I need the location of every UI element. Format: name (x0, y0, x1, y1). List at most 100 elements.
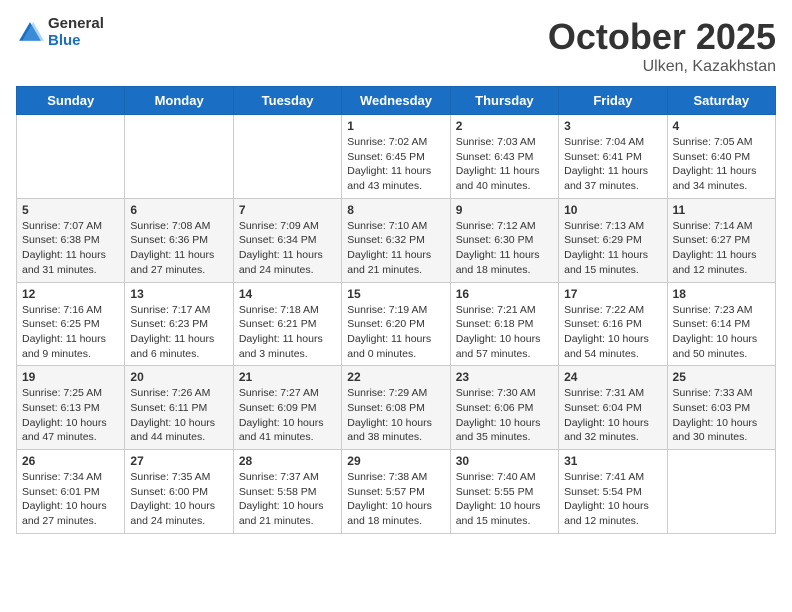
calendar-cell: 3Sunrise: 7:04 AM Sunset: 6:41 PM Daylig… (559, 115, 667, 199)
day-info: Sunrise: 7:25 AM Sunset: 6:13 PM Dayligh… (22, 386, 119, 445)
day-number: 22 (347, 370, 444, 384)
calendar-cell: 2Sunrise: 7:03 AM Sunset: 6:43 PM Daylig… (450, 115, 558, 199)
weekday-header-monday: Monday (125, 87, 233, 115)
day-number: 21 (239, 370, 336, 384)
calendar-cell: 5 Sunrise: 7:07 AM Sunset: 6:38 PM Daylig… (17, 198, 125, 282)
calendar-cell: 16 Sunrise: 7:21 AM Sunset: 6:18 PM Dayli… (450, 282, 558, 366)
logo-blue-text: Blue (48, 33, 104, 50)
day-number: 26 (22, 454, 119, 468)
day-number: 1 (347, 119, 444, 133)
title-block: October 2025 Ulken, Kazakhstan (548, 16, 776, 76)
calendar-cell: 8 Sunrise: 7:10 AM Sunset: 6:32 PM Daylig… (342, 198, 450, 282)
day-number: 13 (130, 287, 227, 301)
day-number: 7 (239, 203, 336, 217)
day-info: Sunrise: 7:29 AM Sunset: 6:08 PM Dayligh… (347, 386, 444, 445)
day-number: 20 (130, 370, 227, 384)
month-title: October 2025 (548, 16, 776, 58)
calendar-table: SundayMondayTuesdayWednesdayThursdayFrid… (16, 86, 776, 534)
calendar-cell (125, 115, 233, 199)
day-info: Sunrise: 7:07 AM Sunset: 6:38 PM Dayligh… (22, 219, 119, 278)
calendar-week-4: 19 Sunrise: 7:25 AM Sunset: 6:13 PM Dayli… (17, 366, 776, 450)
day-info: Sunrise: 7:33 AM Sunset: 6:03 PM Dayligh… (673, 386, 770, 445)
location: Ulken, Kazakhstan (548, 58, 776, 76)
logo-text: General Blue (48, 16, 104, 49)
page-header: General Blue October 2025 Ulken, Kazakhs… (16, 16, 776, 76)
weekday-header-wednesday: Wednesday (342, 87, 450, 115)
day-info: Sunrise: 7:05 AM Sunset: 6:40 PM Dayligh… (673, 135, 770, 194)
day-number: 2 (456, 119, 553, 133)
calendar-cell: 31Sunrise: 7:41 AM Sunset: 5:54 PM Dayli… (559, 450, 667, 534)
logo-icon (16, 19, 44, 47)
day-info: Sunrise: 7:14 AM Sunset: 6:27 PM Dayligh… (673, 219, 770, 278)
calendar-cell: 22 Sunrise: 7:29 AM Sunset: 6:08 PM Dayli… (342, 366, 450, 450)
calendar-cell (17, 115, 125, 199)
calendar-cell: 11 Sunrise: 7:14 AM Sunset: 6:27 PM Dayli… (667, 198, 775, 282)
calendar-cell: 20 Sunrise: 7:26 AM Sunset: 6:11 PM Dayli… (125, 366, 233, 450)
day-number: 30 (456, 454, 553, 468)
day-info: Sunrise: 7:34 AM Sunset: 6:01 PM Dayligh… (22, 470, 119, 529)
day-info: Sunrise: 7:09 AM Sunset: 6:34 PM Dayligh… (239, 219, 336, 278)
calendar-week-5: 26 Sunrise: 7:34 AM Sunset: 6:01 PM Dayli… (17, 450, 776, 534)
calendar-cell: 17Sunrise: 7:22 AM Sunset: 6:16 PM Dayli… (559, 282, 667, 366)
day-info: Sunrise: 7:41 AM Sunset: 5:54 PM Dayligh… (564, 470, 661, 529)
day-number: 23 (456, 370, 553, 384)
day-info: Sunrise: 7:12 AM Sunset: 6:30 PM Dayligh… (456, 219, 553, 278)
day-number: 16 (456, 287, 553, 301)
day-info: Sunrise: 7:21 AM Sunset: 6:18 PM Dayligh… (456, 303, 553, 362)
calendar-week-1: 1 Sunrise: 7:02 AM Sunset: 6:45 PM Daylig… (17, 115, 776, 199)
day-info: Sunrise: 7:31 AM Sunset: 6:04 PM Dayligh… (564, 386, 661, 445)
calendar-cell: 30 Sunrise: 7:40 AM Sunset: 5:55 PM Dayli… (450, 450, 558, 534)
calendar-cell (667, 450, 775, 534)
day-info: Sunrise: 7:26 AM Sunset: 6:11 PM Dayligh… (130, 386, 227, 445)
calendar-cell: 1 Sunrise: 7:02 AM Sunset: 6:45 PM Daylig… (342, 115, 450, 199)
day-number: 5 (22, 203, 119, 217)
calendar-cell: 15Sunrise: 7:19 AM Sunset: 6:20 PM Dayli… (342, 282, 450, 366)
day-info: Sunrise: 7:13 AM Sunset: 6:29 PM Dayligh… (564, 219, 661, 278)
day-number: 14 (239, 287, 336, 301)
day-info: Sunrise: 7:10 AM Sunset: 6:32 PM Dayligh… (347, 219, 444, 278)
calendar-body: 1 Sunrise: 7:02 AM Sunset: 6:45 PM Daylig… (17, 115, 776, 534)
day-info: Sunrise: 7:27 AM Sunset: 6:09 PM Dayligh… (239, 386, 336, 445)
day-number: 12 (22, 287, 119, 301)
day-info: Sunrise: 7:08 AM Sunset: 6:36 PM Dayligh… (130, 219, 227, 278)
logo: General Blue (16, 16, 104, 49)
calendar-cell: 9 Sunrise: 7:12 AM Sunset: 6:30 PM Daylig… (450, 198, 558, 282)
day-number: 19 (22, 370, 119, 384)
calendar-cell: 24 Sunrise: 7:31 AM Sunset: 6:04 PM Dayli… (559, 366, 667, 450)
day-number: 8 (347, 203, 444, 217)
day-info: Sunrise: 7:17 AM Sunset: 6:23 PM Dayligh… (130, 303, 227, 362)
day-number: 15 (347, 287, 444, 301)
day-number: 11 (673, 203, 770, 217)
calendar-cell: 25Sunrise: 7:33 AM Sunset: 6:03 PM Dayli… (667, 366, 775, 450)
weekday-header-thursday: Thursday (450, 87, 558, 115)
day-info: Sunrise: 7:16 AM Sunset: 6:25 PM Dayligh… (22, 303, 119, 362)
logo-general-text: General (48, 16, 104, 33)
day-info: Sunrise: 7:22 AM Sunset: 6:16 PM Dayligh… (564, 303, 661, 362)
calendar-cell: 19 Sunrise: 7:25 AM Sunset: 6:13 PM Dayli… (17, 366, 125, 450)
day-info: Sunrise: 7:18 AM Sunset: 6:21 PM Dayligh… (239, 303, 336, 362)
calendar-cell: 4 Sunrise: 7:05 AM Sunset: 6:40 PM Daylig… (667, 115, 775, 199)
calendar-week-3: 12 Sunrise: 7:16 AM Sunset: 6:25 PM Dayli… (17, 282, 776, 366)
calendar-week-2: 5 Sunrise: 7:07 AM Sunset: 6:38 PM Daylig… (17, 198, 776, 282)
calendar-cell: 13 Sunrise: 7:17 AM Sunset: 6:23 PM Dayli… (125, 282, 233, 366)
calendar-cell: 27 Sunrise: 7:35 AM Sunset: 6:00 PM Dayli… (125, 450, 233, 534)
weekday-row: SundayMondayTuesdayWednesdayThursdayFrid… (17, 87, 776, 115)
day-info: Sunrise: 7:04 AM Sunset: 6:41 PM Dayligh… (564, 135, 661, 194)
calendar-cell: 7 Sunrise: 7:09 AM Sunset: 6:34 PM Daylig… (233, 198, 341, 282)
day-number: 4 (673, 119, 770, 133)
day-number: 9 (456, 203, 553, 217)
weekday-header-sunday: Sunday (17, 87, 125, 115)
calendar-cell: 23Sunrise: 7:30 AM Sunset: 6:06 PM Dayli… (450, 366, 558, 450)
day-info: Sunrise: 7:37 AM Sunset: 5:58 PM Dayligh… (239, 470, 336, 529)
day-info: Sunrise: 7:35 AM Sunset: 6:00 PM Dayligh… (130, 470, 227, 529)
day-info: Sunrise: 7:02 AM Sunset: 6:45 PM Dayligh… (347, 135, 444, 194)
weekday-header-friday: Friday (559, 87, 667, 115)
day-info: Sunrise: 7:38 AM Sunset: 5:57 PM Dayligh… (347, 470, 444, 529)
day-info: Sunrise: 7:40 AM Sunset: 5:55 PM Dayligh… (456, 470, 553, 529)
day-number: 24 (564, 370, 661, 384)
calendar-cell: 12 Sunrise: 7:16 AM Sunset: 6:25 PM Dayli… (17, 282, 125, 366)
day-number: 28 (239, 454, 336, 468)
day-number: 27 (130, 454, 227, 468)
day-info: Sunrise: 7:23 AM Sunset: 6:14 PM Dayligh… (673, 303, 770, 362)
weekday-header-saturday: Saturday (667, 87, 775, 115)
